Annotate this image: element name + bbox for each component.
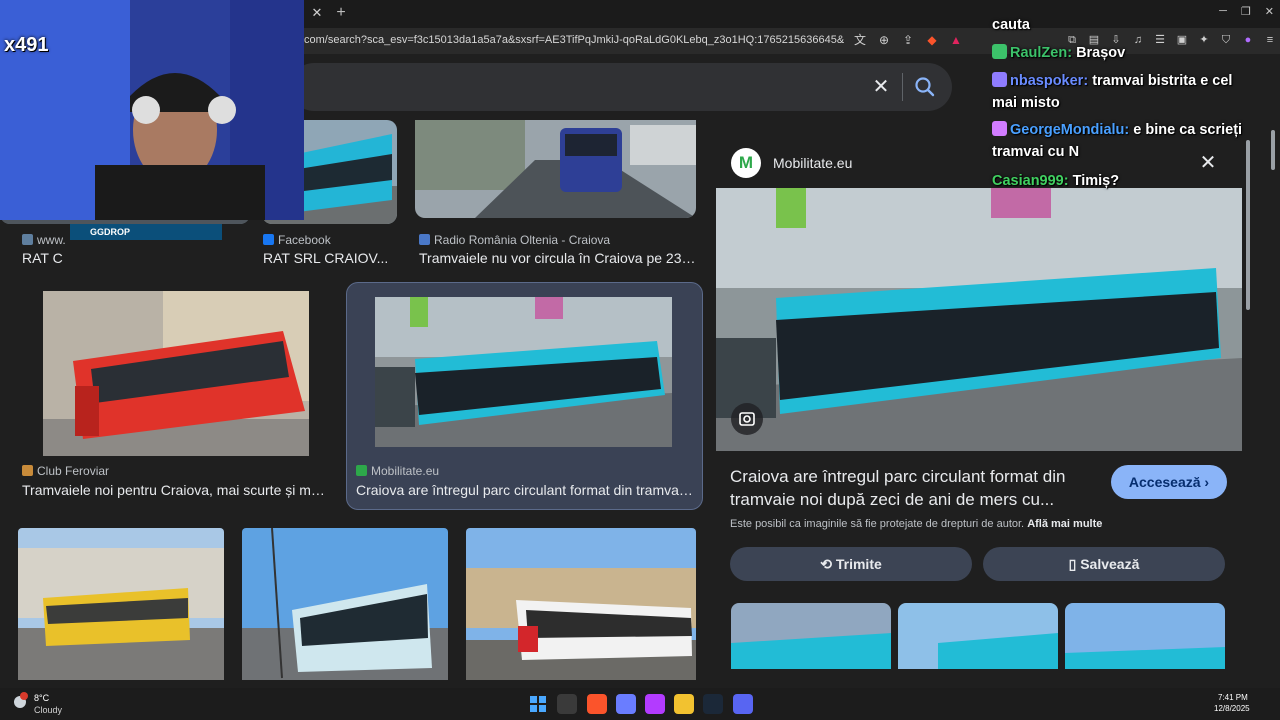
panel-preview-image[interactable] <box>716 188 1242 451</box>
weather-temperature[interactable]: 8°C <box>34 693 49 704</box>
result-image-5[interactable] <box>375 297 672 447</box>
close-tab-icon[interactable]: ✕ <box>309 5 325 21</box>
menu-icon[interactable]: ≡ <box>1262 32 1278 48</box>
stream-counter: x491 <box>4 34 49 56</box>
clear-search-icon[interactable]: ✕ <box>872 76 890 98</box>
page-scrollbar[interactable] <box>1268 60 1278 670</box>
result-image-7[interactable] <box>242 528 448 680</box>
task-view-icon[interactable] <box>557 694 577 714</box>
result-caption-3[interactable]: Tramvaiele nu vor circula în Craiova pe … <box>419 249 697 267</box>
start-icon[interactable] <box>528 694 548 714</box>
clock-date[interactable]: 12/8/2025 <box>1214 704 1250 714</box>
chat-message: nbaspoker: tramvai bistrita e cel mai mi… <box>992 72 1233 111</box>
result-source-2[interactable]: Facebook <box>263 232 331 248</box>
result-source-5[interactable]: Mobilitate.eu <box>356 463 439 479</box>
brave-browser-icon[interactable] <box>587 694 607 714</box>
webcam-overlay <box>0 0 304 220</box>
translate-icon[interactable]: 文 <box>852 32 868 48</box>
result-caption-5[interactable]: Craiova are întregul parc circulant form… <box>356 481 696 499</box>
new-tab-icon[interactable]: + <box>333 4 349 22</box>
learn-more-link[interactable]: Află mai multe <box>1027 518 1102 530</box>
screen: ✕ + ─ ❐ ✕ com/search?sca_esv=f3c15013da1… <box>0 0 1280 720</box>
close-window-icon[interactable]: ✕ <box>1265 5 1274 18</box>
weather-description[interactable]: Cloudy <box>34 705 62 716</box>
ggdrop-banner: GGDROP <box>70 224 222 240</box>
search-input[interactable] <box>290 63 952 111</box>
mobilitate-logo[interactable]: M <box>731 148 761 178</box>
share-button[interactable]: ⟲ Trimite <box>730 547 972 581</box>
share-page-icon[interactable]: ⇪ <box>900 32 916 48</box>
chat-message: cauta <box>992 17 1030 33</box>
visit-button[interactable]: Accesează › <box>1111 465 1227 499</box>
result-caption-2[interactable]: RAT SRL CRAIOV... <box>263 249 398 267</box>
mobilitate-favicon <box>356 465 367 476</box>
site-favicon <box>22 234 33 245</box>
chat-message: RaulZen: Brașov <box>992 42 1125 64</box>
result-caption-1[interactable]: RAT C <box>22 249 72 267</box>
google-lens-icon[interactable] <box>731 403 763 435</box>
url-field[interactable]: com/search?sca_esv=f3c15013da1a5a7a&sxsr… <box>304 34 844 48</box>
chat-message: GeorgeMondialu: e bine ca scrieți tramva… <box>992 121 1243 160</box>
related-image-3[interactable] <box>1065 603 1225 669</box>
related-image-1[interactable] <box>731 603 891 669</box>
result-image-8[interactable] <box>466 528 696 680</box>
search-icon[interactable] <box>912 74 938 100</box>
share-icon: ⟲ <box>820 556 832 572</box>
result-source-4[interactable]: Club Feroviar <box>22 463 109 479</box>
copyright-notice: Este posibil ca imaginile să fie proteja… <box>730 518 1103 530</box>
panel-source[interactable]: Mobilitate.eu <box>773 154 852 172</box>
facebook-icon <box>263 234 274 245</box>
clock-time[interactable]: 7:41 PM <box>1218 693 1248 703</box>
discord-icon[interactable] <box>733 694 753 714</box>
file-explorer-icon[interactable] <box>674 694 694 714</box>
chat-message: Casian999: Timiș? <box>992 173 1120 189</box>
result-source-1[interactable]: www. <box>22 232 66 248</box>
app-icon[interactable] <box>645 694 665 714</box>
panel-scrollbar[interactable] <box>1244 140 1252 670</box>
result-source-3[interactable]: Radio România Oltenia - Craiova <box>419 232 610 248</box>
bookmark-icon: ▯ <box>1068 556 1077 572</box>
brave-rewards-icon[interactable]: ▲ <box>948 32 964 48</box>
address-bar-icons: 文 ⊕ ⇪ ◆ ▲ <box>852 32 964 48</box>
stream-chat-overlay: cauta RaulZen: Brașov nbaspoker: tramvai… <box>988 0 1256 195</box>
steam-icon[interactable] <box>703 694 723 714</box>
panel-title[interactable]: Craiova are întregul parc circulant form… <box>730 465 1100 511</box>
chat-badge-icon <box>992 72 1007 87</box>
result-image-4[interactable] <box>43 291 309 456</box>
result-image-6[interactable] <box>18 528 224 680</box>
notification-icon[interactable] <box>1256 694 1270 714</box>
chat-badge-icon <box>992 44 1007 59</box>
result-image-3[interactable] <box>415 120 696 218</box>
save-button[interactable]: ▯ Salvează <box>983 547 1225 581</box>
site-favicon <box>419 234 430 245</box>
result-caption-4[interactable]: Tramvaiele noi pentru Craiova, mai scurt… <box>22 481 332 499</box>
search-divider <box>902 73 903 101</box>
related-image-2[interactable] <box>898 603 1058 669</box>
windows-taskbar <box>0 688 1280 720</box>
copilot-icon[interactable] <box>616 694 636 714</box>
chat-badge-icon <box>992 121 1007 136</box>
zoom-icon[interactable]: ⊕ <box>876 32 892 48</box>
site-favicon <box>22 465 33 476</box>
system-tray-icons[interactable] <box>1112 694 1204 714</box>
brave-shield-icon[interactable]: ◆ <box>924 32 940 48</box>
